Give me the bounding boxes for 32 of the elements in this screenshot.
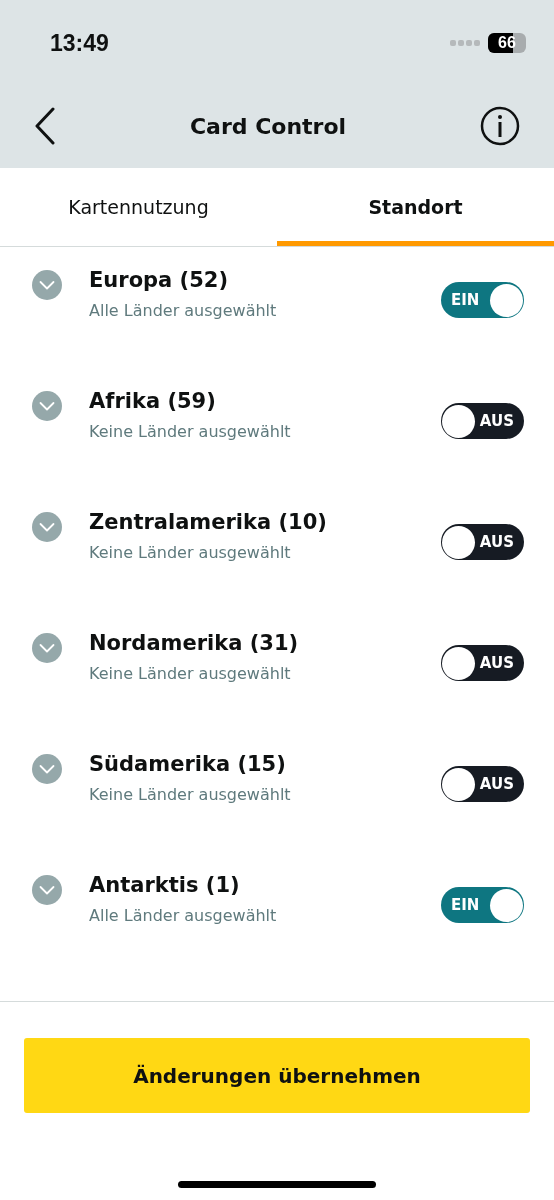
- toggle-switch[interactable]: AUS: [441, 766, 524, 802]
- region-name: Afrika (59): [89, 388, 216, 415]
- region-name: Nordamerika (31): [89, 630, 299, 657]
- expand-icon[interactable]: [32, 633, 62, 663]
- toggle-switch[interactable]: EIN: [441, 282, 524, 318]
- expand-icon[interactable]: [32, 875, 62, 905]
- expand-icon[interactable]: [32, 754, 62, 784]
- toggle-switch[interactable]: EIN: [441, 887, 524, 923]
- signal-icon: [450, 40, 480, 46]
- region-name: Antarktis (1): [89, 872, 240, 899]
- toggle-switch[interactable]: AUS: [441, 524, 524, 560]
- expand-icon[interactable]: [32, 270, 62, 300]
- toggle-switch[interactable]: AUS: [441, 645, 524, 681]
- tab[interactable]: Standort: [277, 168, 554, 246]
- region-status: Alle Länder ausgewählt: [89, 905, 277, 927]
- region-status: Alle Länder ausgewählt: [89, 300, 277, 322]
- tab[interactable]: Kartennutzung: [0, 168, 277, 246]
- status-time: 13:49: [50, 28, 109, 58]
- region-status: Keine Länder ausgewählt: [89, 663, 291, 685]
- back-icon[interactable]: [34, 107, 56, 145]
- region-name: Europa (52): [89, 267, 228, 294]
- expand-icon[interactable]: [32, 391, 62, 421]
- page-title: Card Control: [189, 112, 347, 141]
- region-name: Zentralamerika (10): [89, 509, 327, 536]
- region-status: Keine Länder ausgewählt: [89, 421, 291, 443]
- info-icon[interactable]: [480, 106, 520, 146]
- region-name: Südamerika (15): [89, 751, 286, 778]
- region-status: Keine Länder ausgewählt: [89, 784, 291, 806]
- region-status: Keine Länder ausgewählt: [89, 542, 291, 564]
- expand-icon[interactable]: [32, 512, 62, 542]
- apply-button[interactable]: Änderungen übernehmen: [24, 1038, 530, 1113]
- toggle-switch[interactable]: AUS: [441, 403, 524, 439]
